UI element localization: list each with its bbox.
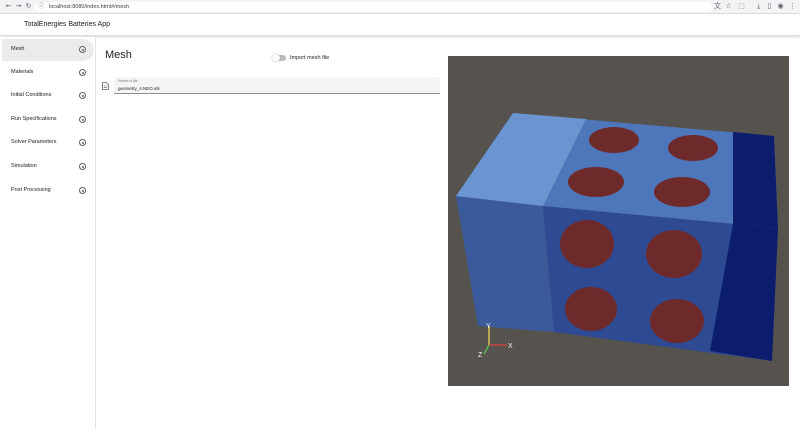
orientation-axes: Y X Z [478, 323, 513, 359]
file-select-field[interactable]: Select a file geometry_4.NEO.vtk [114, 77, 440, 94]
page-title: Mesh [105, 49, 132, 61]
browser-toolbar: ← → ↻ ⓘ localhost:8080/index.html#/mesh … [0, 0, 800, 14]
sidebar-item-simulation[interactable]: Simulation [2, 156, 94, 178]
status-circle-icon [79, 92, 86, 99]
app-title: TotalEnergies Batteries App [24, 21, 110, 28]
inclusion-front-1 [560, 220, 614, 268]
menu-icon[interactable]: ⋮ [788, 2, 797, 11]
sidebar-item-post-processing[interactable]: Post Processing [2, 180, 94, 202]
sidebar-item-label: Run Specifications [11, 116, 57, 122]
mesh-3d-viewport[interactable]: Y X Z [448, 56, 789, 386]
translate-icon[interactable]: 文 [713, 2, 722, 11]
sidebar-item-label: Simulation [11, 163, 37, 169]
file-field-value: geometry_4.NEO.vtk [118, 86, 160, 91]
inclusion-top-2 [668, 135, 718, 161]
axis-z-label: Z [478, 352, 483, 359]
status-circle-icon [79, 187, 86, 194]
sidebar-item-solver-parameters[interactable]: Solver Parameters [2, 132, 94, 154]
site-info-icon[interactable]: ⓘ [38, 3, 46, 11]
file-icon [102, 82, 109, 90]
sidebar-item-run-specifications[interactable]: Run Specifications [2, 109, 94, 131]
file-field-label: Select a file [118, 79, 138, 83]
mesh-top-dark-strip [733, 132, 778, 228]
sidepanel-icon[interactable]: ▯ [765, 2, 774, 11]
import-mesh-toggle[interactable] [272, 53, 286, 62]
forward-icon[interactable]: → [14, 2, 23, 11]
status-circle-icon [79, 69, 86, 76]
reload-icon[interactable]: ↻ [24, 2, 33, 11]
import-mesh-label: Import mesh file [290, 55, 330, 61]
sidebar-item-materials[interactable]: Materials [2, 62, 94, 84]
inclusion-top-3 [568, 167, 624, 197]
status-circle-icon [79, 163, 86, 170]
status-circle-icon [79, 46, 86, 53]
download-icon[interactable]: ⤓ [754, 2, 763, 11]
sidebar-nav: Mesh Materials Initial Conditions Run Sp… [0, 37, 96, 429]
sidebar-item-mesh[interactable]: Mesh [2, 39, 94, 61]
toggle-knob[interactable] [272, 53, 280, 62]
sidebar-item-label: Solver Parameters [11, 139, 57, 145]
axis-x-label: X [508, 343, 513, 350]
back-icon[interactable]: ← [4, 2, 13, 11]
sidebar-item-initial-conditions[interactable]: Initial Conditions [2, 85, 94, 107]
extension-icon[interactable]: ⬚ [737, 2, 746, 11]
sidebar-item-label: Post Processing [11, 187, 51, 193]
url-text: localhost:8080/index.html#/mesh [49, 4, 130, 10]
mesh-render: Y X Z [456, 113, 778, 361]
sidebar-item-label: Mesh [11, 46, 25, 52]
address-bar[interactable]: ⓘ localhost:8080/index.html#/mesh [34, 2, 712, 12]
inclusion-front-3 [565, 287, 617, 331]
status-circle-icon [79, 116, 86, 123]
mesh-side-face [456, 196, 554, 332]
status-circle-icon [79, 139, 86, 146]
inclusion-front-4 [650, 299, 704, 343]
inclusion-top-1 [589, 127, 639, 153]
inclusion-top-4 [654, 177, 710, 207]
inclusion-front-2 [646, 230, 702, 278]
sidebar-item-label: Initial Conditions [11, 92, 52, 98]
profile-icon[interactable]: ◉ [776, 2, 785, 11]
sidebar-item-label: Materials [11, 69, 34, 75]
app-header: TotalEnergies Batteries App [0, 14, 800, 36]
bookmark-star-icon[interactable]: ☆ [724, 2, 733, 11]
axis-y-label: Y [486, 323, 491, 330]
